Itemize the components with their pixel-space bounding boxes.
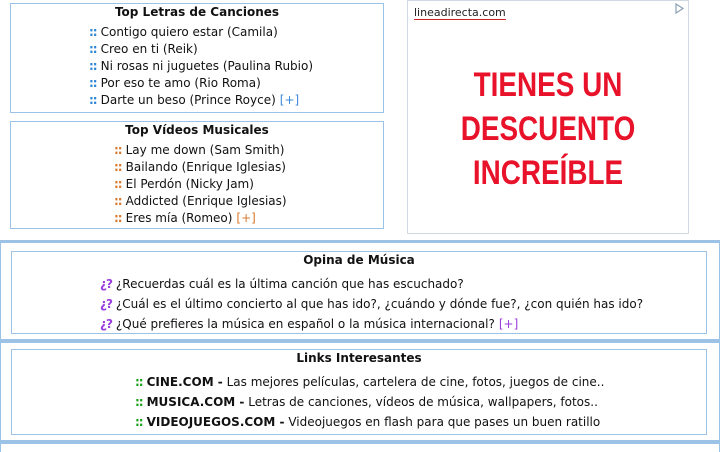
more-videos-link[interactable]: [+] [236,211,255,225]
site-description: Videojuegos en flash para que pases un b… [288,415,601,429]
bullet-icon: :: [89,59,98,73]
opina-list: ¿? ¿Recuerdas cuál es la última canción q… [100,274,643,334]
bullet-icon: :: [114,211,123,225]
ad-choices-icon-glyph [674,2,684,15]
top-letras-list: :: Contigo quiero estar (Camila) :: Creo e… [89,24,313,109]
song-link[interactable]: Ni rosas ni juguetes (Paulina Rubio) [101,59,313,73]
next-panel [0,444,720,452]
site-link[interactable]: MUSICA.COM - [147,395,245,409]
ad-headline-line: DESCUENTO [460,110,636,148]
links-panel: Links Interesantes :: CINE.COM - Las mejo… [0,343,720,441]
video-link[interactable]: Lay me down (Sam Smith) [126,143,285,157]
list-item[interactable]: :: Lay me down (Sam Smith) [114,142,287,159]
more-letras-link[interactable]: [+] [280,93,299,107]
bullet-icon: :: [135,375,144,389]
links-list: :: CINE.COM - Las mejores películas, cart… [135,372,604,432]
list-item[interactable]: ¿? ¿Qué prefieres la música en español o … [100,314,643,334]
bullet-icon: :: [135,415,144,429]
ad-headline-line: INCREÍBLE [472,154,624,192]
opina-title: Opina de Música [303,253,415,267]
top-letras-title: Top Letras de Canciones [114,5,280,19]
more-opina-link[interactable]: [+] [499,317,518,331]
bullet-icon: :: [89,25,98,39]
list-item[interactable]: ¿? ¿Recuerdas cuál es la última canción q… [100,274,643,294]
bullet-icon: :: [89,76,98,90]
list-item[interactable]: :: Creo en ti (Reik) [89,41,313,58]
question-link[interactable]: ¿Cuál es el último concierto al que has … [116,297,643,311]
top-videos-box: Top Vídeos Musicales :: Lay me down (Sam … [10,121,384,229]
song-link[interactable]: Darte un beso (Prince Royce) [101,93,276,107]
links-title: Links Interesantes [296,351,422,365]
list-item[interactable]: :: CINE.COM - Las mejores películas, cart… [135,372,604,392]
top-letras-box: Top Letras de Canciones :: Contigo quiero… [10,3,384,113]
song-link[interactable]: Contigo quiero estar (Camila) [101,25,278,39]
ad-headline-line: TIENES UN [473,66,623,104]
opina-box: Opina de Música ¿? ¿Recuerdas cuál es la … [11,251,707,334]
list-item[interactable]: :: Contigo quiero estar (Camila) [89,24,313,41]
list-item[interactable]: :: Darte un beso (Prince Royce) [+] [89,92,313,109]
list-item[interactable]: :: Addicted (Enrique Iglesias) [114,193,287,210]
advertisement[interactable]: lineadirecta.com TIENES UN DESCUENTO INC… [407,0,689,234]
ad-choices-icon[interactable] [673,2,685,15]
bullet-icon: :: [114,194,123,208]
bullet-icon: :: [114,177,123,191]
opina-panel: Opina de Música ¿? ¿Recuerdas cuál es la … [0,243,720,340]
site-description: Las mejores películas, cartelera de cine… [226,375,605,389]
site-link[interactable]: VIDEOJUEGOS.COM - [147,415,285,429]
bullet-icon: :: [135,395,144,409]
ad-headline[interactable]: TIENES UN DESCUENTO INCREÍBLE [433,63,663,195]
list-item[interactable]: :: MUSICA.COM - Letras de canciones, víde… [135,392,604,412]
question-icon: ¿? [100,277,113,291]
list-item[interactable]: :: Por eso te amo (Rio Roma) [89,75,313,92]
song-link[interactable]: Por eso te amo (Rio Roma) [101,76,261,90]
question-link[interactable]: ¿Recuerdas cuál es la última canción que… [116,277,464,291]
video-link[interactable]: Bailando (Enrique Iglesias) [126,160,286,174]
list-item[interactable]: :: Ni rosas ni juguetes (Paulina Rubio) [89,58,313,75]
site-link[interactable]: CINE.COM - [147,375,223,389]
video-link[interactable]: El Perdón (Nicky Jam) [126,177,254,191]
site-description: Letras de canciones, vídeos de música, w… [248,395,598,409]
bullet-icon: :: [89,42,98,56]
question-icon: ¿? [100,297,113,311]
list-item[interactable]: :: El Perdón (Nicky Jam) [114,176,287,193]
bullet-icon: :: [114,160,123,174]
video-link[interactable]: Eres mía (Romeo) [126,211,233,225]
links-box: Links Interesantes :: CINE.COM - Las mejo… [11,349,707,435]
video-link[interactable]: Addicted (Enrique Iglesias) [126,194,287,208]
top-videos-list: :: Lay me down (Sam Smith) :: Bailando (En… [114,142,287,227]
top-videos-title: Top Vídeos Musicales [125,123,269,137]
bullet-icon: :: [89,93,98,107]
list-item[interactable]: :: Bailando (Enrique Iglesias) [114,159,287,176]
list-item[interactable]: :: VIDEOJUEGOS.COM - Videojuegos en flash… [135,412,604,432]
ad-domain-link[interactable]: lineadirecta.com [414,6,506,20]
song-link[interactable]: Creo en ti (Reik) [101,42,198,56]
question-icon: ¿? [100,317,113,331]
question-link[interactable]: ¿Qué prefieres la música en español o la… [116,317,495,331]
bullet-icon: :: [114,143,123,157]
list-item[interactable]: :: Eres mía (Romeo) [+] [114,210,287,227]
list-item[interactable]: ¿? ¿Cuál es el último concierto al que ha… [100,294,643,314]
